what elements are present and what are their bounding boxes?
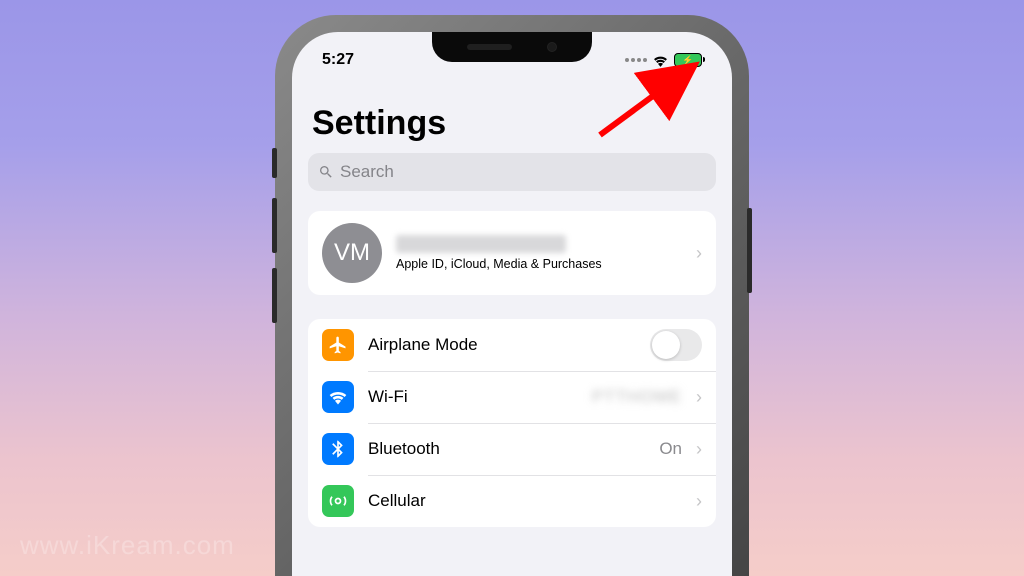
cellular-row[interactable]: Cellular › bbox=[308, 475, 716, 527]
page-title: Settings bbox=[308, 104, 716, 143]
notch bbox=[432, 32, 592, 62]
bluetooth-icon bbox=[322, 433, 354, 465]
account-subtitle: Apple ID, iCloud, Media & Purchases bbox=[396, 257, 682, 271]
wifi-icon bbox=[652, 54, 669, 67]
airplane-label: Airplane Mode bbox=[368, 335, 636, 355]
cellular-signal-icon bbox=[625, 58, 647, 62]
status-time: 5:27 bbox=[322, 51, 354, 69]
canvas: www.iKream.com 5:27 ⚡ Set bbox=[0, 0, 1024, 576]
screen: 5:27 ⚡ Settings Search VM bbox=[292, 32, 732, 576]
airplane-toggle[interactable] bbox=[650, 329, 702, 361]
watermark: www.iKream.com bbox=[20, 530, 235, 561]
wifi-detail: PTTHOME bbox=[592, 387, 682, 407]
airplane-mode-row[interactable]: Airplane Mode bbox=[308, 319, 716, 371]
bluetooth-row[interactable]: Bluetooth On › bbox=[308, 423, 716, 475]
search-input[interactable]: Search bbox=[308, 153, 716, 191]
battery-charging-icon: ⚡ bbox=[674, 53, 702, 67]
search-placeholder: Search bbox=[340, 162, 394, 182]
bluetooth-detail: On bbox=[659, 439, 682, 459]
account-group: VM Apple ID, iCloud, Media & Purchases › bbox=[308, 211, 716, 295]
cellular-icon bbox=[322, 485, 354, 517]
chevron-right-icon: › bbox=[696, 439, 702, 460]
avatar: VM bbox=[322, 223, 382, 283]
volume-down-button bbox=[272, 268, 277, 323]
wifi-row[interactable]: Wi-Fi PTTHOME › bbox=[308, 371, 716, 423]
search-icon bbox=[318, 164, 334, 180]
cellular-label: Cellular bbox=[368, 491, 682, 511]
front-camera bbox=[547, 42, 557, 52]
mute-switch bbox=[272, 148, 277, 178]
settings-group: Airplane Mode Wi-Fi PTTHOME › bbox=[308, 319, 716, 527]
phone-frame: 5:27 ⚡ Settings Search VM bbox=[278, 18, 746, 576]
airplane-icon bbox=[322, 329, 354, 361]
wifi-label: Wi-Fi bbox=[368, 387, 578, 407]
power-button bbox=[747, 208, 752, 293]
toggle-knob bbox=[652, 331, 680, 359]
account-row[interactable]: VM Apple ID, iCloud, Media & Purchases › bbox=[308, 211, 716, 295]
volume-up-button bbox=[272, 198, 277, 253]
wifi-settings-icon bbox=[322, 381, 354, 413]
chevron-right-icon: › bbox=[696, 243, 702, 264]
speaker bbox=[467, 44, 512, 50]
account-name-blurred bbox=[396, 235, 566, 253]
chevron-right-icon: › bbox=[696, 491, 702, 512]
chevron-right-icon: › bbox=[696, 387, 702, 408]
bluetooth-label: Bluetooth bbox=[368, 439, 645, 459]
